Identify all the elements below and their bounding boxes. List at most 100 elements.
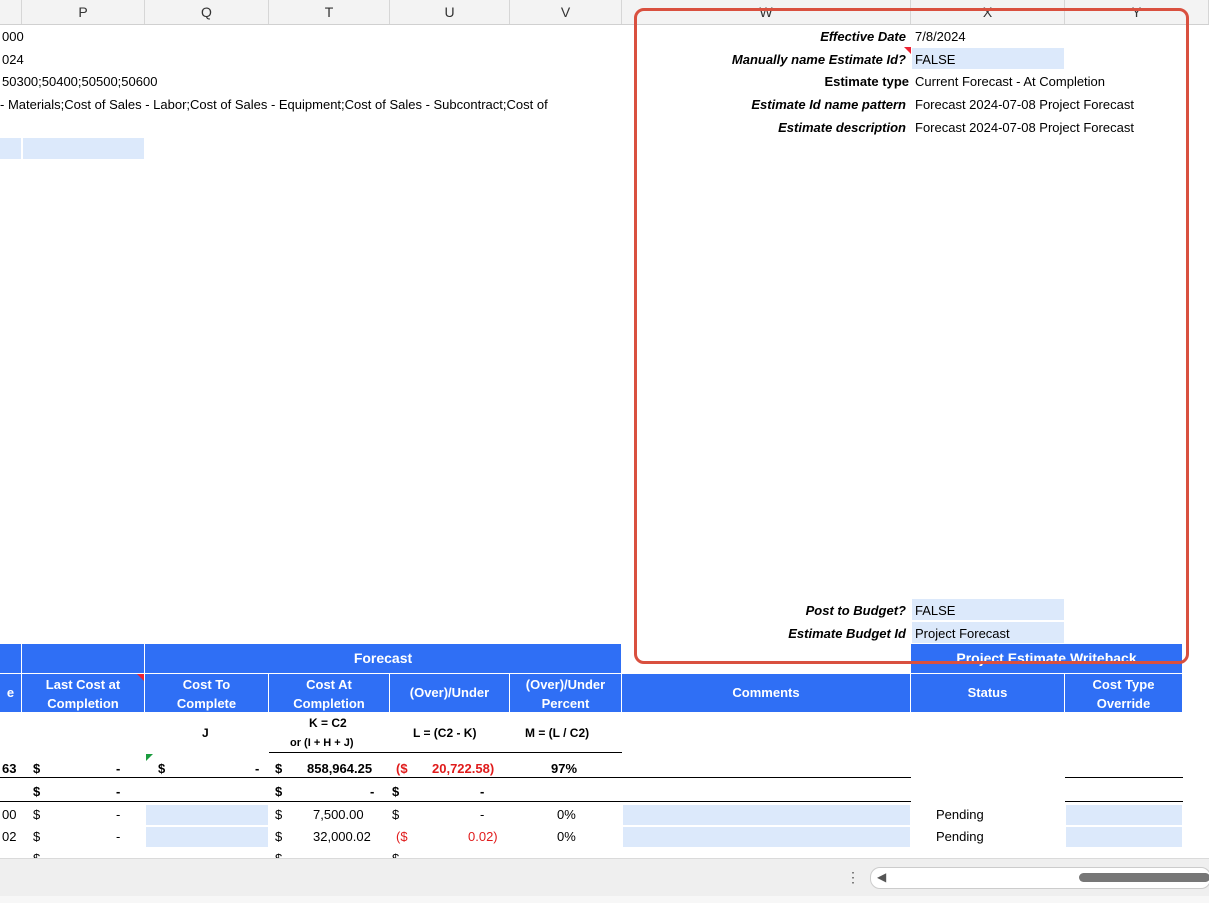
total-cost-to[interactable]: -	[255, 761, 259, 776]
budget-id-value[interactable]: Project Forecast	[915, 626, 1010, 641]
formula-warning-icon[interactable]	[146, 754, 153, 761]
row-a-last-cost[interactable]: -	[116, 784, 120, 799]
estimate-type-label: Estimate type	[824, 74, 909, 89]
cell-left-row1[interactable]: 000	[2, 29, 24, 44]
row-a-cost-at[interactable]: -	[370, 784, 374, 799]
estimate-type-value[interactable]: Current Forecast - At Completion	[915, 74, 1105, 89]
row-b-over-under[interactable]: -	[480, 807, 484, 822]
header-cost-type-line1: Cost Type	[1092, 677, 1155, 692]
row-d-dollar3: $	[275, 851, 282, 858]
header-left-top	[0, 644, 22, 673]
row-c-cost-at[interactable]: 32,000.02	[313, 829, 371, 844]
total-last-cost[interactable]: -	[116, 761, 120, 776]
header-cost-at-line2: Completion	[293, 696, 365, 711]
sheet-tab-bar: ⋮ ◀	[0, 858, 1209, 897]
header-over-under-pct-line1: (Over)/Under	[525, 677, 606, 692]
header-last-cost-line1: Last Cost at	[45, 677, 121, 692]
row-a-over-under[interactable]: -	[480, 784, 484, 799]
manual-name-value[interactable]: FALSE	[915, 52, 955, 67]
header-cost-at-line1: Cost At	[306, 677, 352, 692]
total-pct[interactable]: 97%	[551, 761, 577, 776]
row-b-status[interactable]: Pending	[936, 807, 984, 822]
effective-date-label: Effective Date	[820, 29, 906, 44]
header-left-partial: e	[0, 674, 22, 712]
cell-left-row3[interactable]: 50300;50400;50500;50600	[2, 74, 157, 89]
post-budget-label: Post to Budget?	[805, 603, 906, 618]
input-cell-p[interactable]	[23, 138, 144, 159]
id-pattern-value[interactable]: Forecast 2024-07-08 Project Forecast	[915, 97, 1134, 112]
header-cost-at: Cost At Completion	[269, 674, 390, 712]
row-b-cost-at[interactable]: 7,500.00	[313, 807, 364, 822]
row-b-cost-to-input[interactable]	[146, 805, 268, 825]
row-a-border	[0, 801, 911, 802]
column-header-o[interactable]	[0, 0, 22, 24]
total-dollar1: $	[33, 761, 41, 776]
row-c-comments-input[interactable]	[623, 827, 910, 847]
formula-m: M = (L / C2)	[525, 726, 590, 740]
total-left[interactable]: 63	[2, 761, 16, 776]
total-row-border	[0, 777, 911, 778]
header-last-cost-line2: Completion	[47, 696, 119, 711]
header-over-under-pct-line2: Percent	[541, 696, 590, 711]
forecast-title: Forecast	[145, 644, 622, 673]
column-header-t[interactable]: T	[269, 0, 390, 24]
header-over-under-pct: (Over)/Under Percent	[510, 674, 622, 712]
header-last-cost-top	[22, 644, 145, 673]
status-bar	[0, 896, 1209, 903]
row-a-dollar1: $	[33, 784, 41, 799]
row-a-dollar4: $	[392, 784, 400, 799]
header-cost-to: Cost To Complete	[145, 674, 269, 712]
scrollbar-thumb[interactable]	[1079, 873, 1209, 882]
column-header-x[interactable]: X	[911, 0, 1065, 24]
row-b-comments-input[interactable]	[623, 805, 910, 825]
scroll-left-icon[interactable]: ◀	[877, 870, 886, 884]
row-c-cost-type-input[interactable]	[1066, 827, 1182, 847]
comment-indicator-icon[interactable]	[137, 674, 144, 681]
header-cost-type: Cost Type Override	[1065, 674, 1183, 712]
column-header-y[interactable]: Y	[1065, 0, 1209, 24]
row-b-left[interactable]: 00	[2, 807, 16, 822]
column-header-w[interactable]: W	[622, 0, 911, 24]
row-c-last-cost[interactable]: -	[116, 829, 120, 844]
more-options-icon[interactable]: ⋮	[846, 869, 860, 886]
row-b-pct[interactable]: 0%	[557, 807, 576, 822]
cell-left-row2[interactable]: 024	[2, 52, 24, 67]
writeback-title: Project Estimate Writeback	[911, 644, 1183, 673]
column-header-v[interactable]: V	[510, 0, 622, 24]
formula-k-line2: or (I + H + J)	[290, 737, 354, 749]
row-c-pct[interactable]: 0%	[557, 829, 576, 844]
row-a-dollar3: $	[275, 784, 283, 799]
column-header-q[interactable]: Q	[145, 0, 269, 24]
header-cost-to-line2: Complete	[176, 696, 237, 711]
horizontal-scrollbar[interactable]: ◀	[870, 867, 1209, 889]
total-dollar3: $	[275, 761, 283, 776]
comment-indicator-icon[interactable]	[904, 47, 911, 54]
row-c-over-under[interactable]: 0.02)	[468, 829, 498, 844]
header-last-cost: Last Cost at Completion	[22, 674, 145, 712]
total-over-under[interactable]: 20,722.58)	[432, 761, 494, 776]
cell-left-row4[interactable]: - Materials;Cost of Sales - Labor;Cost o…	[0, 97, 548, 112]
total-cost-at[interactable]: 858,964.25	[307, 761, 372, 776]
effective-date-value[interactable]: 7/8/2024	[915, 29, 966, 44]
post-budget-value[interactable]: FALSE	[915, 603, 955, 618]
header-comments: Comments	[622, 674, 911, 712]
row-c-left[interactable]: 02	[2, 829, 16, 844]
row-c-status[interactable]: Pending	[936, 829, 984, 844]
id-pattern-label: Estimate Id name pattern	[751, 97, 906, 112]
column-header-u[interactable]: U	[390, 0, 510, 24]
row-b-cost-type-input[interactable]	[1066, 805, 1182, 825]
total-dollar2: $	[158, 761, 166, 776]
row-b-last-cost[interactable]: -	[116, 807, 120, 822]
column-header-p[interactable]: P	[22, 0, 145, 24]
formula-k-line1: K = C2	[309, 716, 347, 730]
total-row-border-right	[1065, 777, 1183, 778]
row-c-cost-to-input[interactable]	[146, 827, 268, 847]
header-cost-to-line1: Cost To	[182, 677, 231, 692]
row-c-dollar1: $	[33, 829, 41, 844]
row-d-dollar1: $	[33, 851, 40, 858]
description-value[interactable]: Forecast 2024-07-08 Project Forecast	[915, 120, 1134, 135]
header-cost-type-line2: Override	[1096, 696, 1151, 711]
input-cell-o[interactable]	[0, 138, 21, 159]
total-paren: ($	[396, 761, 408, 776]
row-b-dollar3: $	[275, 807, 283, 822]
